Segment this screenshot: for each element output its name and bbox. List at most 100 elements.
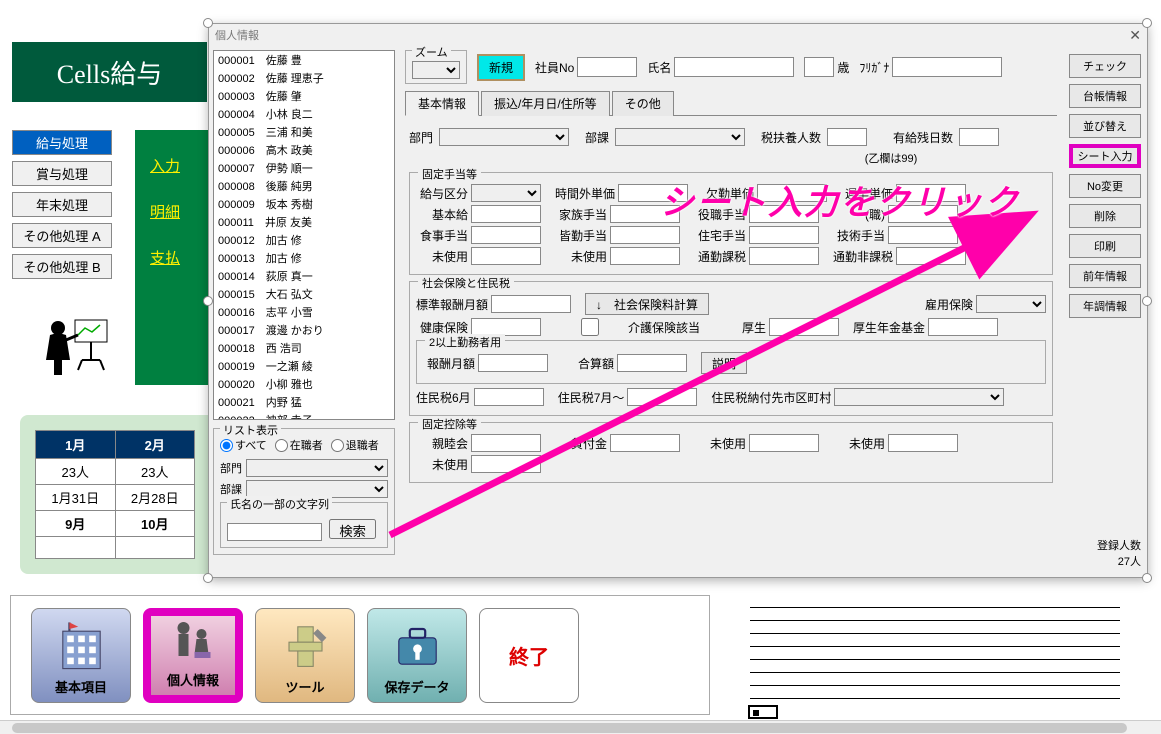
employee-row[interactable]: 000009 坂本 秀樹 bbox=[214, 195, 394, 213]
prev-year-button[interactable]: 前年情報 bbox=[1069, 264, 1141, 288]
unused-input[interactable] bbox=[749, 434, 819, 452]
employee-row[interactable]: 000003 佐藤 肇 bbox=[214, 87, 394, 105]
cal-cell: 9月 bbox=[36, 511, 116, 537]
unused-input[interactable] bbox=[610, 247, 680, 265]
dept-select[interactable] bbox=[439, 128, 569, 146]
skill-input[interactable] bbox=[888, 226, 958, 244]
commute-tax-input[interactable] bbox=[749, 247, 819, 265]
employee-row[interactable]: 000021 内野 猛 bbox=[214, 393, 394, 411]
welfare-input[interactable] bbox=[769, 318, 839, 336]
reg-count-value: 27人 bbox=[1069, 553, 1141, 569]
sidebar-btn-other-b[interactable]: その他処理 B bbox=[12, 254, 112, 279]
btn-saved-data[interactable]: 保存データ bbox=[367, 608, 467, 703]
sidebar-btn-bonus[interactable]: 賞与処理 bbox=[12, 161, 112, 186]
sidebar-btn-payroll[interactable]: 給与処理 bbox=[12, 130, 112, 155]
close-icon[interactable]: ✕ bbox=[1129, 27, 1141, 44]
search-button[interactable]: 検索 bbox=[329, 519, 376, 539]
print-button[interactable]: 印刷 bbox=[1069, 234, 1141, 258]
name-search-input[interactable] bbox=[227, 523, 322, 541]
res6-input[interactable] bbox=[474, 388, 544, 406]
horizontal-scrollbar[interactable] bbox=[0, 720, 1161, 734]
employee-row[interactable]: 000015 大石 弘文 bbox=[214, 285, 394, 303]
emp-ins-select[interactable] bbox=[976, 295, 1046, 313]
filter-dept-select[interactable] bbox=[246, 459, 388, 477]
friendship-input[interactable] bbox=[471, 434, 541, 452]
welfare-fund-input[interactable] bbox=[928, 318, 998, 336]
radio-active[interactable]: 在職者 bbox=[275, 437, 323, 453]
employee-list[interactable]: 000001 佐藤 豊000002 佐藤 理恵子000003 佐藤 肇00000… bbox=[213, 50, 395, 420]
basic-pay-input[interactable] bbox=[471, 205, 541, 223]
unused-input[interactable] bbox=[888, 434, 958, 452]
employee-row[interactable]: 000014 荻原 真一 bbox=[214, 267, 394, 285]
btn-tools[interactable]: ツール bbox=[255, 608, 355, 703]
furigana-input[interactable] bbox=[892, 57, 1002, 77]
employee-row[interactable]: 000002 佐藤 理恵子 bbox=[214, 69, 394, 87]
sect-select[interactable] bbox=[615, 128, 745, 146]
employee-row[interactable]: 000007 伊勢 順一 bbox=[214, 159, 394, 177]
paid-days-input[interactable] bbox=[959, 128, 999, 146]
name-input[interactable] bbox=[674, 57, 794, 77]
no-change-button[interactable]: No変更 bbox=[1069, 174, 1141, 198]
employee-row[interactable]: 000022 神部 幸子 bbox=[214, 411, 394, 420]
tab-other[interactable]: その他 bbox=[612, 91, 674, 116]
sheet-input-button[interactable]: シート入力 bbox=[1069, 144, 1141, 168]
btn-personal-info[interactable]: 個人情報 bbox=[143, 608, 243, 703]
employee-row[interactable]: 000016 志平 小雪 bbox=[214, 303, 394, 321]
loan-input[interactable] bbox=[610, 434, 680, 452]
total-input[interactable] bbox=[617, 354, 687, 372]
employee-row[interactable]: 000005 三浦 和美 bbox=[214, 123, 394, 141]
nursing-checkbox[interactable] bbox=[555, 318, 625, 336]
sidebar-btn-other-a[interactable]: その他処理 A bbox=[12, 223, 112, 248]
pay-type-select[interactable] bbox=[471, 184, 541, 202]
employee-row[interactable]: 000018 西 浩司 bbox=[214, 339, 394, 357]
tab-transfer[interactable]: 振込/年月日/住所等 bbox=[481, 91, 610, 116]
employee-row[interactable]: 000019 一之瀬 綾 bbox=[214, 357, 394, 375]
radio-all[interactable]: すべて bbox=[220, 437, 267, 453]
monthly-input[interactable] bbox=[478, 354, 548, 372]
help-button[interactable]: 説明 bbox=[701, 352, 747, 374]
delete-button[interactable]: 削除 bbox=[1069, 204, 1141, 228]
unused-input[interactable] bbox=[471, 247, 541, 265]
commute-notax-input[interactable] bbox=[896, 247, 966, 265]
resize-handle[interactable] bbox=[1142, 296, 1152, 306]
unused-input[interactable] bbox=[471, 455, 541, 473]
employee-row[interactable]: 000012 加古 修 bbox=[214, 231, 394, 249]
resize-handle[interactable] bbox=[1142, 573, 1152, 583]
meal-input[interactable] bbox=[471, 226, 541, 244]
resize-handle[interactable] bbox=[1142, 18, 1152, 28]
employee-row[interactable]: 000020 小柳 雅也 bbox=[214, 375, 394, 393]
resize-handle[interactable] bbox=[203, 296, 213, 306]
employee-row[interactable]: 000011 井原 友美 bbox=[214, 213, 394, 231]
res7-input[interactable] bbox=[627, 388, 697, 406]
tab-basic[interactable]: 基本情報 bbox=[405, 91, 479, 116]
employee-row[interactable]: 000004 小林 良二 bbox=[214, 105, 394, 123]
btn-exit[interactable]: 終了 bbox=[479, 608, 579, 703]
emp-no-input[interactable] bbox=[577, 57, 637, 77]
age-input[interactable] bbox=[804, 57, 834, 77]
ledger-button[interactable]: 台帳情報 bbox=[1069, 84, 1141, 108]
res-dest-select[interactable] bbox=[834, 388, 1004, 406]
new-button[interactable]: 新規 bbox=[477, 54, 525, 81]
calc-insurance-button[interactable]: ↓ 社会保険料計算 bbox=[585, 293, 709, 315]
housing-input[interactable] bbox=[749, 226, 819, 244]
resize-handle[interactable] bbox=[203, 18, 213, 28]
employee-row[interactable]: 000001 佐藤 豊 bbox=[214, 51, 394, 69]
resize-handle[interactable] bbox=[203, 573, 213, 583]
sort-button[interactable]: 並び替え bbox=[1069, 114, 1141, 138]
employee-row[interactable]: 000008 後藤 純男 bbox=[214, 177, 394, 195]
sidebar-btn-yearend[interactable]: 年末処理 bbox=[12, 192, 112, 217]
btn-basic-items[interactable]: 基本項目 bbox=[31, 608, 131, 703]
radio-retired[interactable]: 退職者 bbox=[331, 437, 379, 453]
employee-row[interactable]: 000013 加古 修 bbox=[214, 249, 394, 267]
cal-h1: 1月 bbox=[36, 431, 116, 459]
employee-row[interactable]: 000006 高木 政美 bbox=[214, 141, 394, 159]
year-adj-button[interactable]: 年調情報 bbox=[1069, 294, 1141, 318]
employee-row[interactable]: 000017 渡邊 かおり bbox=[214, 321, 394, 339]
diligence-input[interactable] bbox=[610, 226, 680, 244]
cal-cell: 23人 bbox=[36, 459, 116, 485]
deduction-legend: 固定控除等 bbox=[418, 416, 481, 432]
std-monthly-input[interactable] bbox=[491, 295, 571, 313]
check-button[interactable]: チェック bbox=[1069, 54, 1141, 78]
zoom-select[interactable] bbox=[412, 61, 460, 79]
dependents-input[interactable] bbox=[827, 128, 867, 146]
